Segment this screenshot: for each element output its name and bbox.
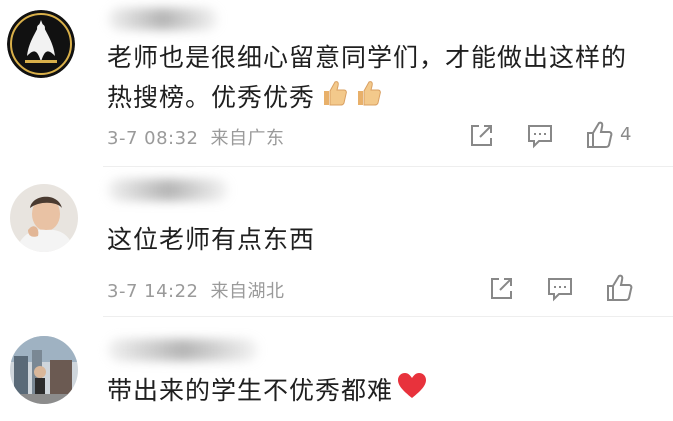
comment-text: 带出来的学生不优秀都难 [107, 371, 427, 412]
comment-time: 3-7 14:22 [107, 281, 199, 302]
comment-text-line: 热搜榜。优秀优秀 [107, 78, 667, 120]
comment-location: 来自广东 [210, 128, 285, 149]
thumbs-up-icon [353, 78, 383, 120]
comment-button[interactable] [525, 121, 555, 151]
username-blurred [108, 8, 218, 30]
like-count: 4 [620, 124, 632, 145]
comment-text: 这位老师有点东西 [107, 225, 316, 254]
comment-text-tail: 热搜榜。优秀优秀 [107, 83, 316, 112]
like-button[interactable] [604, 273, 634, 303]
comment-button[interactable] [545, 274, 575, 304]
comment-text: 老师也是很细心留意同学们，才能做出这样的 热搜榜。优秀优秀 [107, 38, 667, 120]
comment-item: 带出来的学生不优秀都难 [0, 317, 673, 421]
comment-time: 3-7 08:32 [107, 128, 199, 149]
comment-text-line: 老师也是很细心留意同学们，才能做出这样的 [107, 43, 628, 72]
comment-meta: 3-7 14:22 来自湖北 [107, 277, 285, 303]
comment-item: 这位老师有点东西 3-7 14:22 来自湖北 [0, 167, 673, 315]
comment-item: 老师也是很细心留意同学们，才能做出这样的 热搜榜。优秀优秀 3-7 08:32 来… [0, 0, 673, 165]
username-blurred [108, 179, 228, 201]
comment-text-body: 带出来的学生不优秀都难 [107, 376, 394, 405]
share-button[interactable] [486, 274, 516, 304]
username-blurred [108, 339, 258, 361]
comment-meta: 3-7 08:32 来自广东 [107, 124, 285, 150]
share-button[interactable] [466, 121, 496, 151]
like-button[interactable] [584, 120, 614, 150]
avatar[interactable] [7, 10, 75, 78]
avatar[interactable] [10, 184, 78, 252]
avatar[interactable] [10, 336, 78, 404]
thumbs-up-icon [319, 78, 349, 120]
comment-location: 来自湖北 [210, 281, 285, 302]
red-heart-icon [397, 372, 427, 412]
